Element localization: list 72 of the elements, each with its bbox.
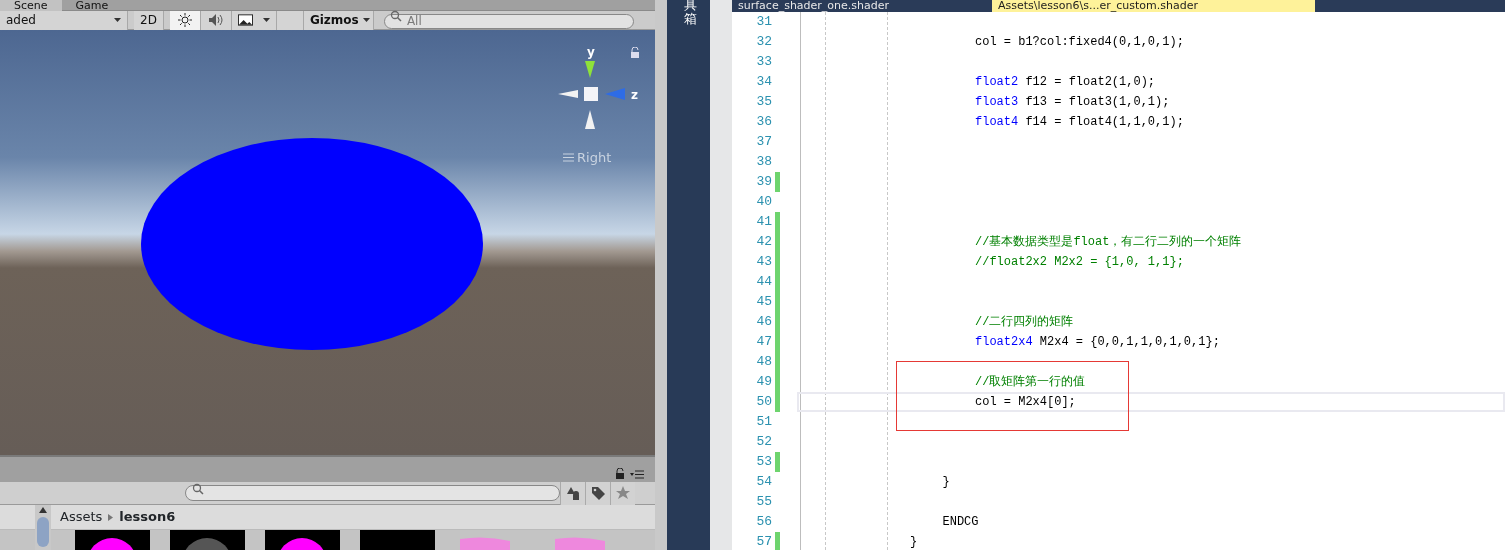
- line-number: 40: [755, 193, 772, 212]
- scrollbar[interactable]: [35, 505, 51, 550]
- lock-icon[interactable]: [615, 468, 625, 479]
- line-number: 31: [755, 13, 772, 32]
- line-number: 44: [755, 273, 772, 292]
- sun-icon: [177, 13, 192, 27]
- line-number: 50: [755, 393, 772, 412]
- axis-label: z: [631, 88, 638, 102]
- line-number: 53: [755, 453, 772, 472]
- caret-icon: [262, 18, 270, 22]
- breadcrumb-item[interactable]: lesson6: [119, 507, 176, 527]
- asset-thumbnail[interactable]: [170, 530, 245, 550]
- shapes-icon: [566, 486, 580, 500]
- line-number: 35: [755, 93, 772, 112]
- line-number: 39: [755, 173, 772, 192]
- line-number: 33: [755, 53, 772, 72]
- file-tab[interactable]: Assets\lesson6\s...er_custom.shader: [992, 0, 1315, 12]
- filter-type-button[interactable]: [560, 481, 585, 505]
- star-icon: [616, 486, 630, 500]
- code-line: float2x4 M2x4 = {0,0,1,1,0,1,0,1};: [975, 334, 1220, 351]
- asset-thumbnail[interactable]: [265, 530, 340, 550]
- tag-icon: [591, 486, 605, 500]
- code-line: col = b1?col:fixed4(0,1,0,1);: [975, 34, 1184, 51]
- code-line: }: [910, 534, 918, 550]
- line-number: 49: [755, 373, 772, 392]
- search-field[interactable]: [185, 485, 560, 501]
- image-icon: [237, 14, 253, 26]
- line-number: 54: [755, 473, 772, 492]
- axis-label: y: [587, 45, 595, 59]
- line-number: 36: [755, 113, 772, 132]
- line-number: 46: [755, 313, 772, 332]
- line-number: 32: [755, 33, 772, 52]
- code-comment: //二行四列的矩阵: [975, 314, 1074, 331]
- line-number: 52: [755, 433, 772, 452]
- line-number: 56: [755, 513, 772, 532]
- search-icon: [389, 10, 402, 22]
- code-line: float4 f14 = float4(1,1,0,1);: [975, 114, 1184, 131]
- line-number: 34: [755, 73, 772, 92]
- code-line: ENDCG: [942, 514, 979, 531]
- search-icon: [192, 483, 204, 495]
- speaker-icon: [207, 13, 224, 27]
- line-number: 48: [755, 353, 772, 372]
- line-number: 57: [755, 533, 772, 550]
- line-number: 55: [755, 493, 772, 512]
- filter-label-button[interactable]: [585, 481, 610, 505]
- file-tab[interactable]: surface_shader_one.shader: [732, 0, 992, 12]
- menu-icon[interactable]: [630, 470, 644, 479]
- search-field[interactable]: All: [383, 13, 634, 29]
- asset-thumbnail[interactable]: [75, 530, 150, 550]
- code-comment: //基本数据类型是float，有二行二列的一个矩阵: [975, 234, 1242, 251]
- line-number: 45: [755, 293, 772, 312]
- line-number: 38: [755, 153, 772, 172]
- caret-icon: [362, 18, 370, 22]
- code-line: float2 f12 = float2(1,0);: [975, 74, 1156, 91]
- code-line: }: [942, 474, 950, 491]
- code-line: float3 f13 = float3(1,0,1);: [975, 94, 1170, 111]
- lock-icon[interactable]: [630, 47, 640, 58]
- asset-thumbnail[interactable]: [360, 530, 435, 550]
- line-number: 43: [755, 253, 772, 272]
- line-number: 37: [755, 133, 772, 152]
- line-number: 42: [755, 233, 772, 252]
- code-comment: //float2x2 M2x2 = {1,0, 1,1};: [975, 254, 1184, 271]
- scene-tab[interactable]: Game: [61, 0, 123, 11]
- caret-icon: [114, 18, 121, 22]
- breadcrumb-item[interactable]: Assets: [60, 507, 103, 527]
- chevron-icon: [108, 513, 114, 521]
- code-line: col = M2x4[0];: [975, 394, 1076, 411]
- line-number: 47: [755, 333, 772, 352]
- line-number: 51: [755, 413, 772, 432]
- scene-tab[interactable]: Scene: [0, 0, 62, 11]
- line-number: 41: [755, 213, 772, 232]
- code-comment: //取矩阵第一行的值: [975, 374, 1086, 391]
